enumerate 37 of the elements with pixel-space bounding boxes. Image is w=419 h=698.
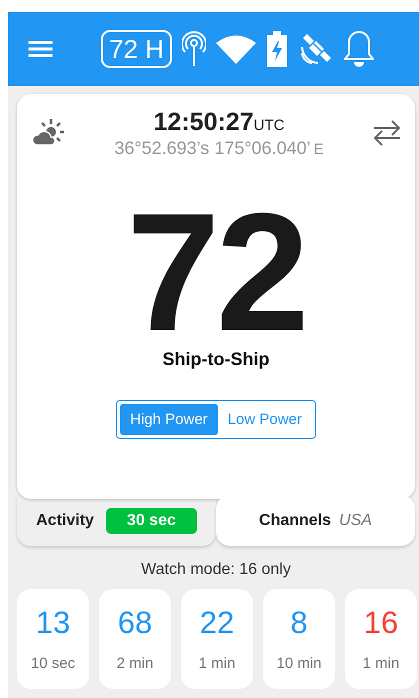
recent-channel-tile[interactable]: 22 1 min bbox=[181, 589, 253, 689]
channel-name: Ship-to-Ship bbox=[162, 349, 270, 370]
elapsed-time: 1 min bbox=[198, 655, 236, 672]
latitude: 36°52.693’s bbox=[114, 138, 210, 159]
activity-badge: 30 sec bbox=[106, 508, 197, 534]
battery-charging-icon[interactable] bbox=[266, 31, 288, 67]
elapsed-time: 10 min bbox=[276, 655, 322, 672]
tab-label: Channels bbox=[259, 512, 332, 530]
recent-channel-tile[interactable]: 68 2 min bbox=[99, 589, 171, 689]
region-label: USA bbox=[339, 512, 372, 530]
elapsed-time: 2 min bbox=[116, 655, 154, 672]
channel-number: 72 bbox=[126, 197, 306, 347]
tab[interactable]: Channels USA bbox=[216, 495, 415, 546]
utc-time: 12:50:27 bbox=[154, 108, 254, 137]
channel-number: 8 bbox=[290, 605, 308, 641]
longitude: 175°06.040’ bbox=[214, 138, 311, 159]
bell-icon[interactable] bbox=[344, 30, 374, 68]
antenna-icon[interactable] bbox=[182, 31, 206, 67]
wifi-icon[interactable] bbox=[216, 34, 256, 64]
channel-badge[interactable]: 72 H bbox=[101, 30, 172, 68]
watch-mode-text: Watch mode: 16 only bbox=[140, 561, 292, 579]
swap-arrows-icon[interactable] bbox=[372, 120, 401, 146]
recent-channel-tile[interactable]: 8 10 min bbox=[263, 589, 335, 689]
recent-channel-tile[interactable]: 16 1 min bbox=[345, 589, 417, 689]
time-zone: UTC bbox=[254, 117, 284, 134]
menu-icon[interactable] bbox=[28, 39, 53, 59]
longitude-hemisphere: E bbox=[314, 141, 324, 158]
channel-number: 68 bbox=[118, 605, 152, 641]
recent-channel-tile[interactable]: 13 10 sec bbox=[17, 589, 89, 689]
power-option[interactable]: High Power bbox=[120, 404, 218, 435]
tab-label: Activity bbox=[36, 512, 94, 530]
elapsed-time: 1 min bbox=[362, 655, 400, 672]
channel-number: 13 bbox=[36, 605, 70, 641]
elapsed-time: 10 sec bbox=[30, 655, 76, 672]
channel-number: 22 bbox=[200, 605, 234, 641]
tab[interactable]: Activity 30 sec bbox=[17, 496, 216, 546]
channel-number: 16 bbox=[364, 605, 398, 641]
